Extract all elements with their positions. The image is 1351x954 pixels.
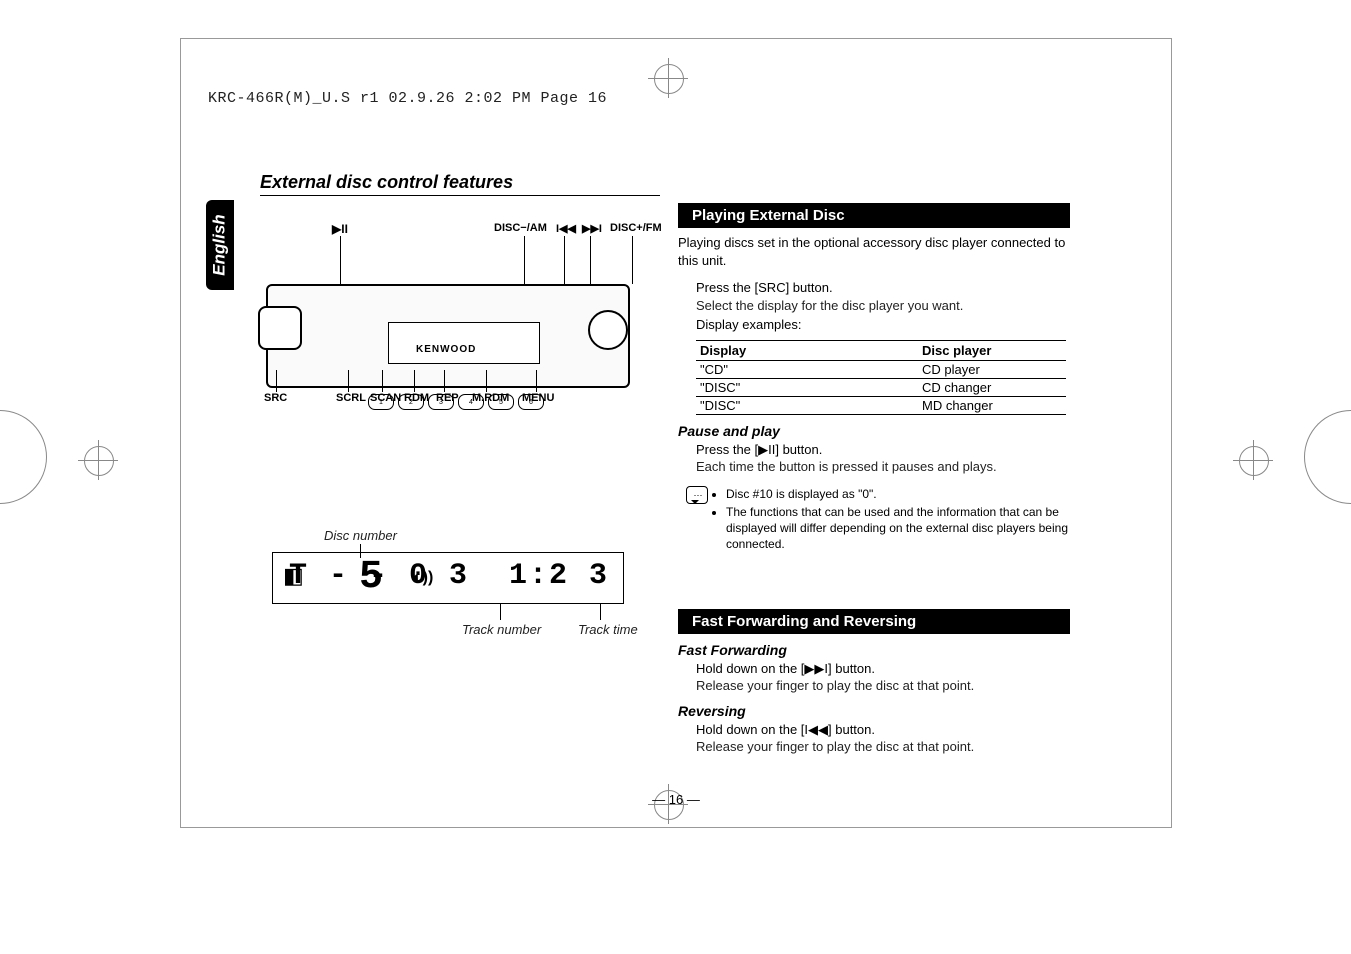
table-row: "DISC" CD changer bbox=[696, 378, 1066, 396]
playing-intro: Playing discs set in the optional access… bbox=[678, 234, 1070, 269]
note-item: Disc #10 is displayed as "0". bbox=[726, 486, 1070, 502]
callout-menu: MENU bbox=[522, 392, 554, 404]
table-cell: "CD" bbox=[696, 360, 918, 378]
lcd-display: ◧ 5 ◐)) T - - 0 3 1:2 3 bbox=[272, 552, 624, 604]
lcd-time-segment: 1:2 3 bbox=[509, 559, 609, 593]
callout-line bbox=[500, 604, 501, 620]
callout-play-pause: ▶II bbox=[332, 222, 348, 236]
pause-and-play-subhead: Pause and play bbox=[678, 423, 1070, 439]
rev-step: Hold down on the [I◀◀] button. Release y… bbox=[696, 721, 1070, 756]
callout-scrl: SCRL bbox=[336, 392, 366, 404]
binding-mark-right bbox=[1304, 410, 1351, 504]
callout-line bbox=[536, 370, 537, 392]
table-cell: "DISC" bbox=[696, 378, 918, 396]
callout-line bbox=[632, 236, 633, 284]
register-mark-right bbox=[1233, 440, 1273, 480]
table-cell: MD changer bbox=[918, 396, 1066, 414]
pause-sub: Each time the button is pressed it pause… bbox=[696, 458, 1070, 476]
language-tab: English bbox=[206, 200, 234, 290]
playing-step: Press the [SRC] button. Select the displ… bbox=[696, 279, 1070, 334]
rev-sub: Release your finger to play the disc at … bbox=[696, 738, 1070, 756]
callout-scan: SCAN bbox=[370, 392, 401, 404]
callout-disc-plus: DISC+/FM bbox=[610, 222, 662, 234]
table-cell: "DISC" bbox=[696, 396, 918, 414]
lcd-disc-number-label: Disc number bbox=[324, 528, 397, 543]
callout-next: ▶▶I bbox=[582, 222, 602, 235]
radio-body: KENWOOD 1 2 3 4 5 6 bbox=[266, 284, 630, 388]
language-tab-label: English bbox=[210, 214, 230, 275]
callout-line bbox=[276, 370, 277, 392]
callout-line bbox=[600, 604, 601, 620]
radio-diagram: KENWOOD 1 2 3 4 5 6 bbox=[266, 254, 626, 404]
radio-src-knob bbox=[258, 306, 302, 350]
callout-rdm: RDM bbox=[404, 392, 429, 404]
playing-step-lead: Press the [SRC] button. bbox=[696, 279, 1070, 297]
playing-external-disc-title: Playing External Disc bbox=[678, 203, 1070, 228]
register-mark-left bbox=[78, 440, 118, 480]
radio-display-window bbox=[388, 322, 540, 364]
table-cell: CD changer bbox=[918, 378, 1066, 396]
section-title: External disc control features bbox=[260, 172, 660, 196]
notes-block: ⋯ Disc #10 is displayed as "0". The func… bbox=[712, 486, 1070, 553]
callout-line bbox=[414, 370, 415, 392]
ff-lead: Hold down on the [▶▶I] button. bbox=[696, 660, 1070, 678]
rev-lead: Hold down on the [I◀◀] button. bbox=[696, 721, 1070, 739]
ff-sub: Release your finger to play the disc at … bbox=[696, 677, 1070, 695]
callout-line bbox=[348, 370, 349, 392]
playing-examples-lead: Display examples: bbox=[696, 316, 1070, 334]
table-row: "CD" CD player bbox=[696, 360, 1066, 378]
lcd-track-segment: T - - 0 3 bbox=[289, 559, 469, 593]
callout-rep: REP bbox=[436, 392, 459, 404]
lcd-track-number-label: Track number bbox=[462, 622, 541, 637]
callout-prev: I◀◀ bbox=[556, 222, 576, 235]
right-column: Playing External Disc Playing discs set … bbox=[678, 203, 1070, 756]
display-examples-table: Display Disc player "CD" CD player "DISC… bbox=[696, 340, 1066, 415]
note-item: The functions that can be used and the i… bbox=[726, 504, 1070, 553]
reversing-subhead: Reversing bbox=[678, 703, 1070, 719]
ff-step: Hold down on the [▶▶I] button. Release y… bbox=[696, 660, 1070, 695]
table-cell: CD player bbox=[918, 360, 1066, 378]
lcd-track-time-label: Track time bbox=[578, 622, 638, 637]
fast-forwarding-subhead: Fast Forwarding bbox=[678, 642, 1070, 658]
radio-volume-knob bbox=[588, 310, 628, 350]
ff-reversing-title: Fast Forwarding and Reversing bbox=[678, 609, 1070, 634]
pause-lead: Press the [▶II] button. bbox=[696, 441, 1070, 459]
callout-mrdm: M.RDM bbox=[472, 392, 509, 404]
print-header: KRC-466R(M)_U.S r1 02.9.26 2:02 PM Page … bbox=[208, 90, 607, 107]
table-header-display: Display bbox=[696, 340, 918, 360]
table-header-player: Disc player bbox=[918, 340, 1066, 360]
binding-mark-left bbox=[0, 410, 47, 504]
pause-step: Press the [▶II] button. Each time the bu… bbox=[696, 441, 1070, 476]
lcd-readout: T - - 0 3 1:2 3 bbox=[289, 559, 609, 593]
radio-brand-label: KENWOOD bbox=[416, 344, 476, 355]
callout-disc-minus: DISC−/AM bbox=[494, 222, 547, 234]
callout-line bbox=[486, 370, 487, 392]
callout-line bbox=[444, 370, 445, 392]
page-number: — 16 — bbox=[181, 792, 1171, 807]
callout-src: SRC bbox=[264, 392, 287, 404]
table-row: "DISC" MD changer bbox=[696, 396, 1066, 414]
playing-step-sub: Select the display for the disc player y… bbox=[696, 297, 1070, 315]
callout-line bbox=[382, 370, 383, 392]
note-icon: ⋯ bbox=[686, 486, 708, 504]
